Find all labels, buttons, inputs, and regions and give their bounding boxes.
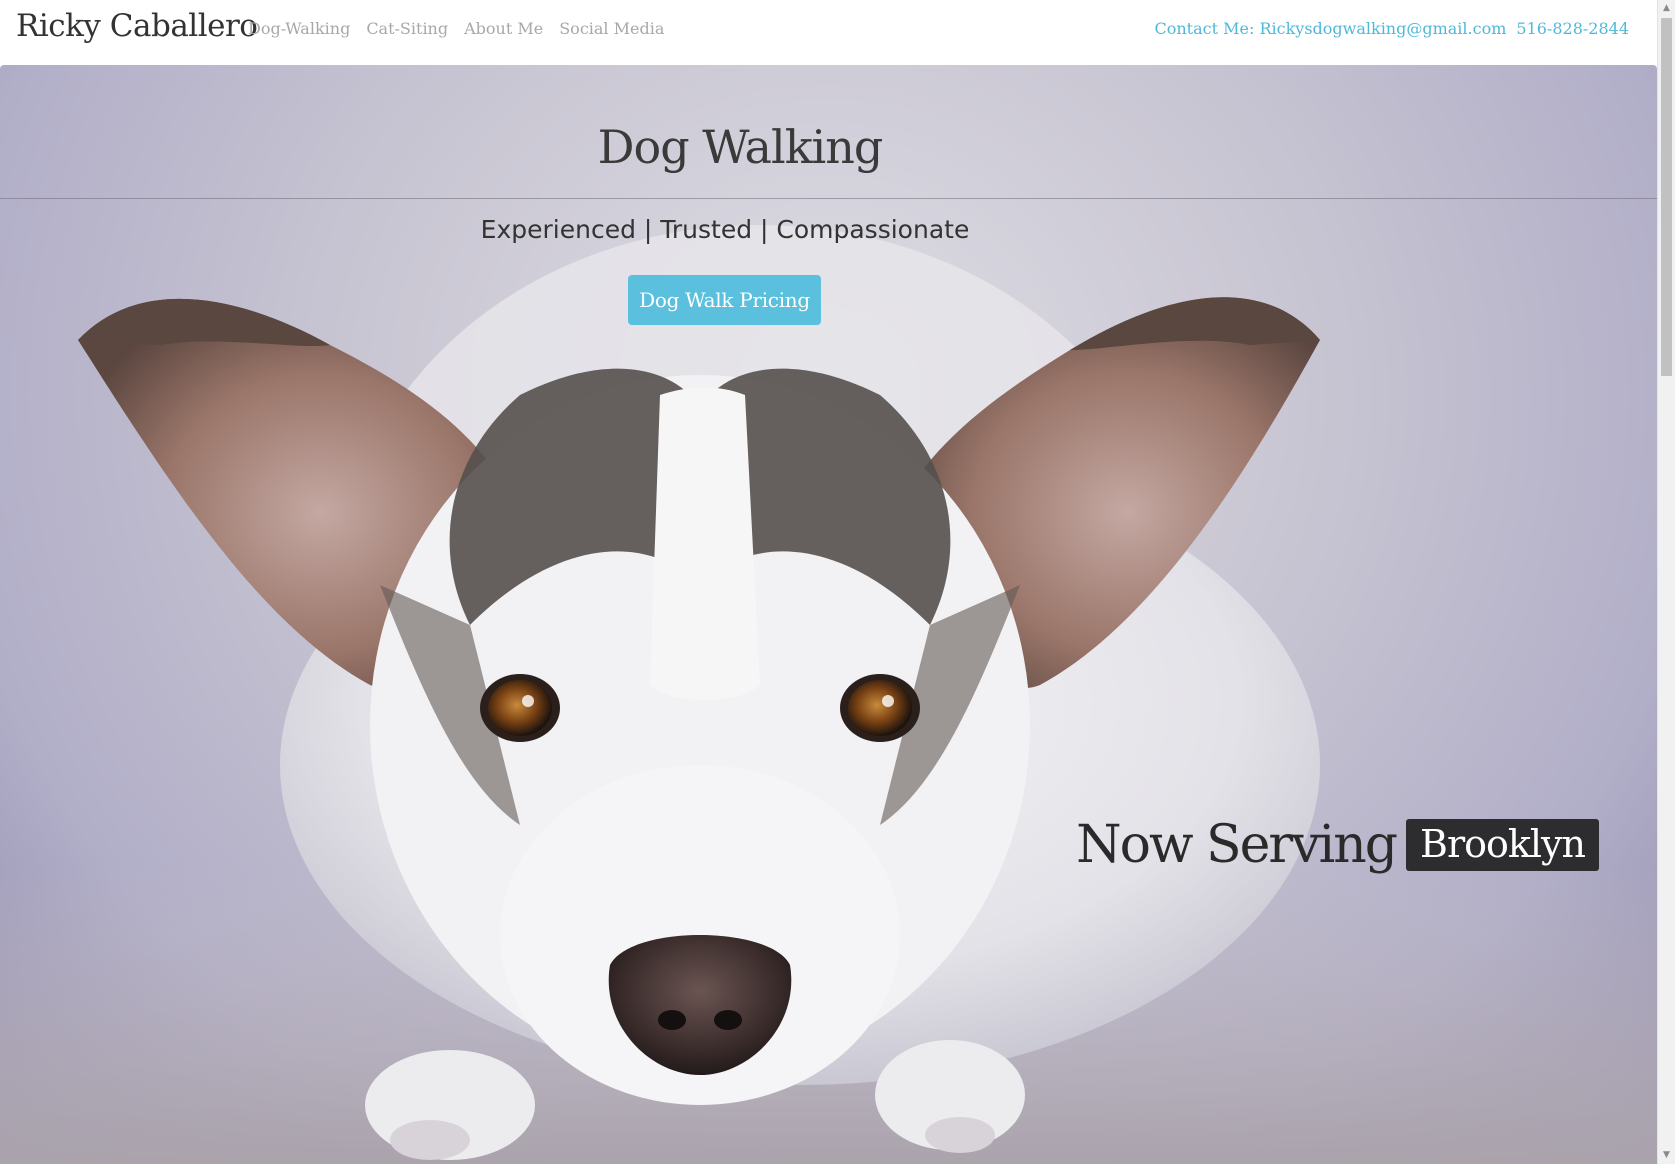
nav-link-cat-sitting[interactable]: Cat-Siting: [366, 19, 448, 38]
vertical-scrollbar[interactable]: ▲ ▼: [1657, 0, 1675, 1164]
serving-location-badge: Brooklyn: [1406, 819, 1599, 871]
now-serving-label: Now Serving: [1076, 815, 1398, 875]
now-serving-banner: Now Serving Brooklyn: [1076, 815, 1599, 875]
contact-info: Contact Me: Rickysdogwalking@gmail.com 5…: [1155, 19, 1630, 38]
nav-link-about-me[interactable]: About Me: [464, 19, 543, 38]
top-navbar: Ricky Caballero Dog-Walking Cat-Siting A…: [0, 0, 1657, 65]
nav-link-social-media[interactable]: Social Media: [559, 19, 664, 38]
nav-link-dog-walking[interactable]: Dog-Walking: [248, 19, 350, 38]
nav-links: Dog-Walking Cat-Siting About Me Social M…: [248, 19, 664, 38]
scroll-up-arrow-icon[interactable]: ▲: [1658, 0, 1675, 17]
scroll-down-arrow-icon[interactable]: ▼: [1658, 1147, 1675, 1164]
hero-title: Dog Walking: [597, 120, 884, 174]
hero-divider: [0, 198, 1657, 199]
hero-subtitle: Experienced | Trusted | Compassionate: [480, 215, 970, 244]
hero-section: Dog Walking Experienced | Trusted | Comp…: [0, 65, 1657, 1164]
contact-email-link[interactable]: Contact Me: Rickysdogwalking@gmail.com: [1155, 19, 1507, 38]
dog-walk-pricing-button[interactable]: Dog Walk Pricing: [628, 275, 821, 325]
contact-phone-link[interactable]: 516-828-2844: [1516, 19, 1629, 38]
scrollbar-thumb[interactable]: [1661, 18, 1672, 376]
brand-logo-text[interactable]: Ricky Caballero: [16, 8, 258, 44]
